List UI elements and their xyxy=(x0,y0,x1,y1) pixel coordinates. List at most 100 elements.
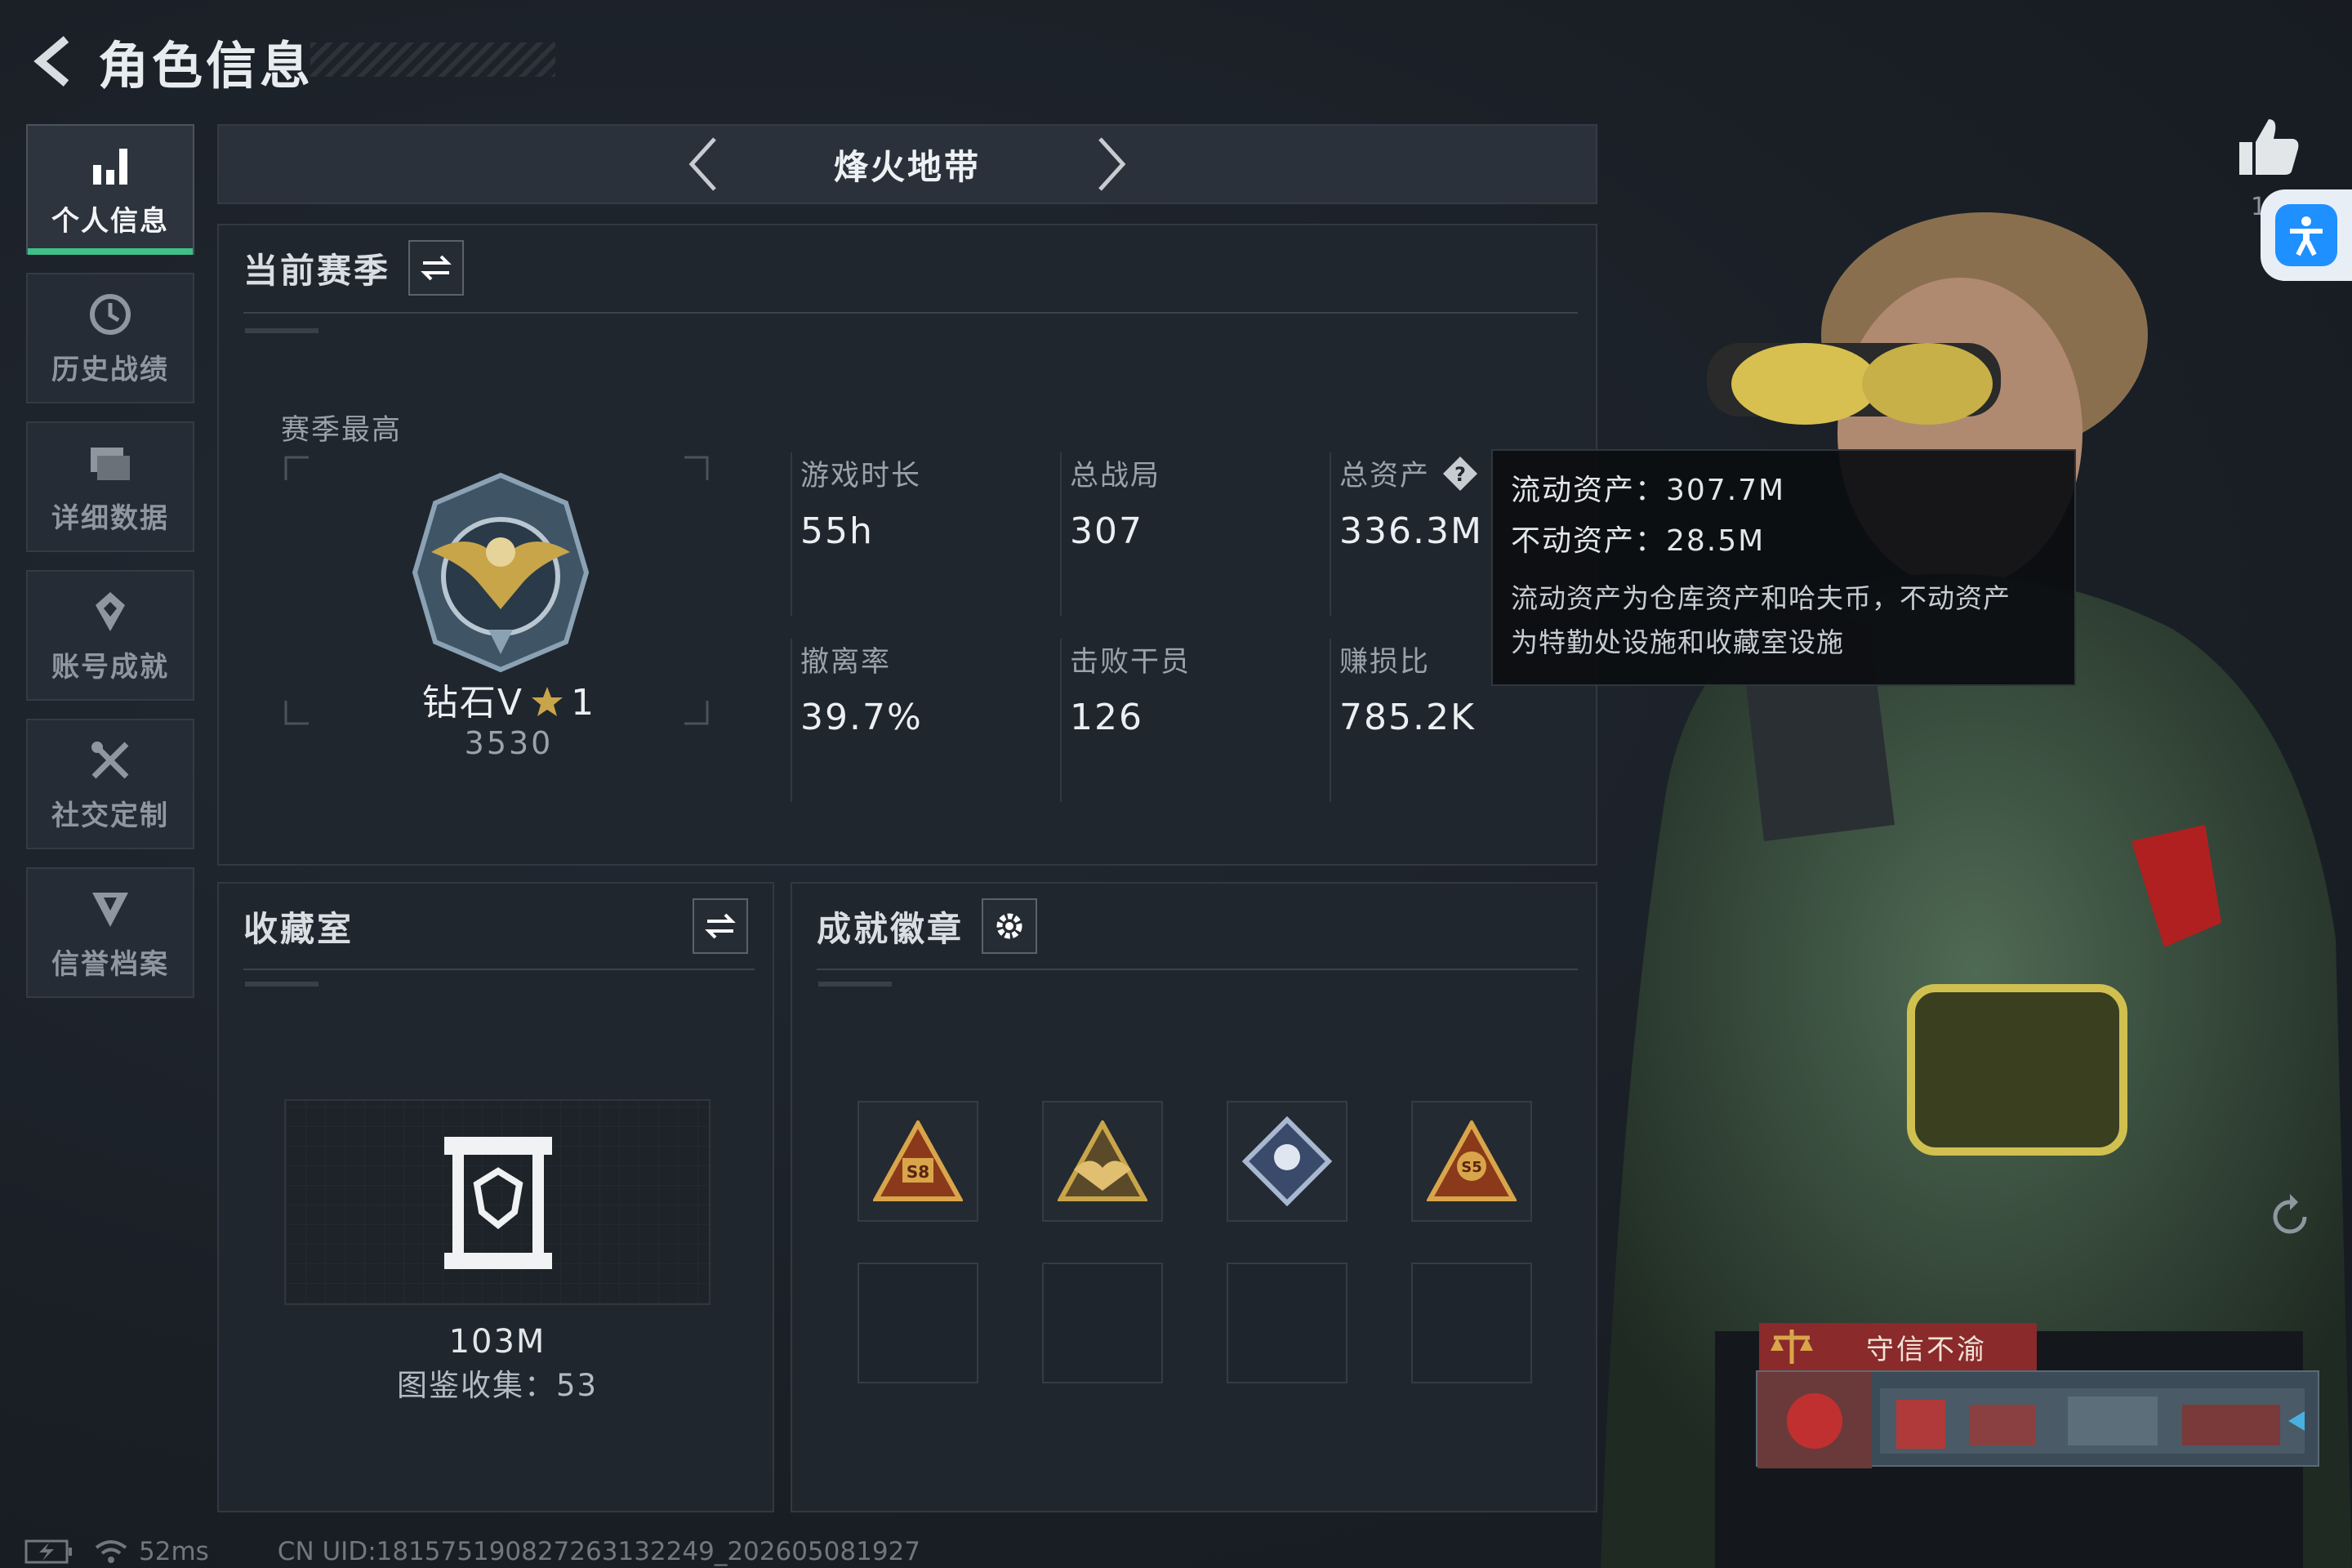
next-mode-button[interactable] xyxy=(1079,127,1144,201)
sidebar-item-label: 账号成就 xyxy=(51,650,169,684)
stat-label: 击败干员 xyxy=(1070,646,1192,679)
stat-value: 307 xyxy=(1070,510,1143,552)
history-clock-icon xyxy=(86,290,135,339)
rotate-button[interactable] xyxy=(2265,1192,2314,1241)
badges-panel-header: 成就徽章 xyxy=(817,898,1038,954)
battery-icon xyxy=(24,1539,72,1564)
name-card-art xyxy=(1757,1372,2305,1468)
mode-selector: 烽火地带 xyxy=(217,124,1597,204)
season-panel: 当前赛季 赛季最高 钻石V 1 3530 游戏时长 55h 总战局 307 总资… xyxy=(217,224,1597,866)
accessibility-icon xyxy=(2275,204,2337,266)
collection-switch-button[interactable] xyxy=(693,898,748,954)
stat-play-time: 游戏时长 55h xyxy=(791,452,921,616)
tooltip-desc-line: 流动资产为仓库资产和哈夫币，不动资产 xyxy=(1511,582,2011,614)
refresh-icon xyxy=(2273,1194,2307,1234)
tooltip-fixed-assets: 不动资产：28.5M xyxy=(1511,524,1766,558)
badge-slot[interactable] xyxy=(1042,1101,1163,1222)
badge-slot-empty[interactable] xyxy=(1227,1263,1348,1383)
stat-total-matches: 总战局 307 xyxy=(1060,452,1160,616)
badge-slot-empty[interactable] xyxy=(858,1263,978,1383)
svg-text:S5: S5 xyxy=(1461,1159,1482,1176)
badge-slot[interactable] xyxy=(1227,1101,1348,1222)
sidebar-item-social[interactable]: 社交定制 xyxy=(26,719,194,849)
swap-icon xyxy=(421,255,452,281)
uid-text: CN UID:1815751908272631322​49_2026050819… xyxy=(277,1537,920,1566)
stat-label: 游戏时长 xyxy=(800,460,922,492)
stat-value: 126 xyxy=(1070,697,1143,738)
stat-label: 赚损比 xyxy=(1339,646,1431,679)
status-bar: 52ms CN UID:1815751908272631322​49_20260… xyxy=(24,1535,920,1568)
sidebar-item-history[interactable]: 历史战绩 xyxy=(26,273,194,403)
chevron-left-icon xyxy=(688,137,716,191)
title-banner: 守信不渝 xyxy=(1759,1323,2037,1370)
divider xyxy=(243,312,1578,314)
s8-badge-icon: S8 xyxy=(873,1120,963,1201)
badge-slot[interactable]: S5 xyxy=(1411,1101,1532,1222)
help-icon[interactable]: ? xyxy=(1441,455,1479,492)
season-switch-button[interactable] xyxy=(408,240,465,296)
sidebar-item-label: 个人信息 xyxy=(51,204,169,238)
tools-icon xyxy=(86,736,135,785)
back-button[interactable] xyxy=(24,29,82,94)
achievement-icon xyxy=(86,587,135,636)
scale-icon xyxy=(1771,1330,1813,1364)
season-title: 当前赛季 xyxy=(243,250,391,291)
badges-settings-button[interactable] xyxy=(982,898,1038,954)
like-button[interactable] xyxy=(2236,114,2310,188)
season-panel-header: 当前赛季 xyxy=(243,240,465,296)
stat-total-assets: 总资产 ? 336.3M xyxy=(1330,452,1517,616)
sidebar-item-label: 历史战绩 xyxy=(51,353,169,386)
swap-icon xyxy=(705,913,736,939)
stat-label: 撤离率 xyxy=(800,646,892,679)
badges-title: 成就徽章 xyxy=(817,908,964,949)
collection-catalog: 图鉴收集：53 xyxy=(396,1368,599,1403)
header: 角色信息 xyxy=(24,24,314,98)
thumbs-up-icon xyxy=(2239,119,2299,175)
sidebar: 个人信息 历史战绩 详细数据 账号成就 社交定制 信誉档案 xyxy=(26,124,194,1016)
display-case-icon xyxy=(441,1134,555,1272)
sidebar-item-label: 信誉档案 xyxy=(51,947,169,981)
star-icon xyxy=(532,687,564,716)
badges-panel: 成就徽章 S8 S5 xyxy=(791,882,1597,1512)
title-banner-text: 守信不渝 xyxy=(1866,1333,1987,1366)
collection-panel-header: 收藏室 xyxy=(243,898,748,954)
rank-name: 钻石V xyxy=(421,682,523,724)
assets-tooltip: 流动资产：307.7M 不动资产：28.5M 流动资产为仓库资产和哈夫币，不动资… xyxy=(1491,449,2076,686)
badge-slot-empty[interactable] xyxy=(1042,1263,1163,1383)
badge-slot-empty[interactable] xyxy=(1411,1263,1532,1383)
divider xyxy=(817,969,1578,970)
sidebar-item-achievements[interactable]: 账号成就 xyxy=(26,570,194,701)
sidebar-item-label: 社交定制 xyxy=(51,799,169,832)
name-card[interactable] xyxy=(1756,1370,2319,1468)
stat-value: 785.2K xyxy=(1339,697,1476,738)
s5-badge-icon: S5 xyxy=(1427,1120,1517,1201)
title-decoration xyxy=(310,42,555,77)
tooltip-description: 流动资产为仓库资产和哈夫币，不动资产 为特勤处设施和收藏室设施 xyxy=(1511,577,2056,665)
stat-extract-rate: 撤离率 39.7% xyxy=(791,639,923,802)
rank-stars: 1 xyxy=(571,682,596,724)
prev-mode-button[interactable] xyxy=(670,127,736,201)
sidebar-item-detail-data[interactable]: 详细数据 xyxy=(26,421,194,552)
svg-text:S8: S8 xyxy=(906,1162,929,1182)
rank-display: 钻石V 1 xyxy=(407,673,611,725)
shield-icon xyxy=(86,884,135,933)
stat-profit-ratio: 赚损比 785.2K xyxy=(1330,639,1476,802)
decor-tag xyxy=(245,328,318,333)
mode-title: 烽火地带 xyxy=(833,146,981,187)
gear-icon xyxy=(996,913,1022,939)
accessibility-button[interactable] xyxy=(2261,189,2352,281)
decor-tag xyxy=(818,982,892,987)
diamond-badge-icon xyxy=(1242,1116,1332,1206)
page-title: 角色信息 xyxy=(98,36,314,96)
wifi-icon xyxy=(95,1540,127,1563)
back-arrow-icon xyxy=(33,36,69,87)
sidebar-item-label: 详细数据 xyxy=(51,501,169,535)
stat-label: 总资产 xyxy=(1339,460,1431,492)
ping-text: 52ms xyxy=(139,1537,209,1566)
eagle-crest-badge-icon xyxy=(1058,1120,1147,1201)
badge-slot[interactable]: S8 xyxy=(858,1101,978,1222)
decor-tag xyxy=(245,982,318,987)
sidebar-item-reputation[interactable]: 信誉档案 xyxy=(26,867,194,998)
sidebar-item-personal-info[interactable]: 个人信息 xyxy=(26,124,194,255)
collection-room-button[interactable] xyxy=(284,1099,710,1305)
